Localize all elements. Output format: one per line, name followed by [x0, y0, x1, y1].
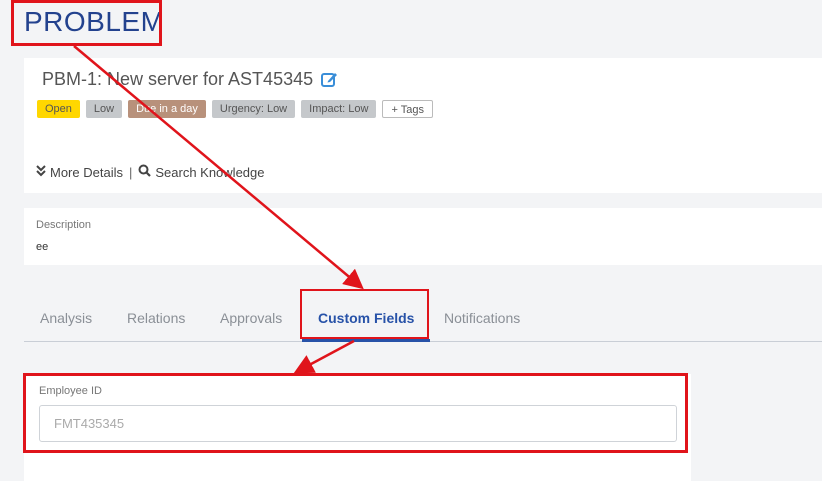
more-details-link[interactable]: More Details: [50, 165, 123, 180]
priority-badge[interactable]: Low: [85, 100, 123, 118]
urgency-badge[interactable]: Urgency: Low: [211, 100, 296, 118]
due-badge[interactable]: Due in a day: [128, 100, 206, 118]
active-tab-indicator: [302, 339, 430, 342]
search-icon: [138, 164, 152, 180]
add-tags-button[interactable]: + Tags: [382, 100, 433, 118]
link-separator: |: [128, 164, 133, 180]
description-label: Description: [36, 219, 92, 231]
problem-heading-text: PBM-1: New server for AST45345: [42, 69, 314, 89]
edit-icon[interactable]: [321, 71, 338, 88]
description-value: ee: [36, 241, 49, 253]
problem-heading: PBM-1: New server for AST45345: [42, 69, 338, 90]
tab-notifications[interactable]: Notifications: [444, 310, 520, 326]
annotation-box-tab: [300, 289, 429, 339]
annotation-box-field: [23, 373, 688, 453]
annotation-arrow-to-field: [293, 339, 355, 374]
tab-analysis[interactable]: Analysis: [40, 310, 92, 326]
impact-badge[interactable]: Impact: Low: [301, 100, 377, 118]
tab-approvals[interactable]: Approvals: [220, 310, 282, 326]
status-badge-open[interactable]: Open: [37, 100, 80, 118]
problem-summary-card: PBM-1: New server for AST45345 Open Low …: [24, 58, 822, 193]
search-knowledge-link[interactable]: Search Knowledge: [155, 165, 264, 180]
annotation-box-title: [11, 0, 162, 46]
detail-links: More Details | Search Knowledge: [36, 164, 265, 180]
tab-relations[interactable]: Relations: [127, 310, 185, 326]
description-card: Description ee: [24, 208, 822, 265]
double-chevron-down-icon: [36, 164, 46, 180]
tag-list: Open Low Due in a day Urgency: Low Impac…: [37, 100, 433, 118]
